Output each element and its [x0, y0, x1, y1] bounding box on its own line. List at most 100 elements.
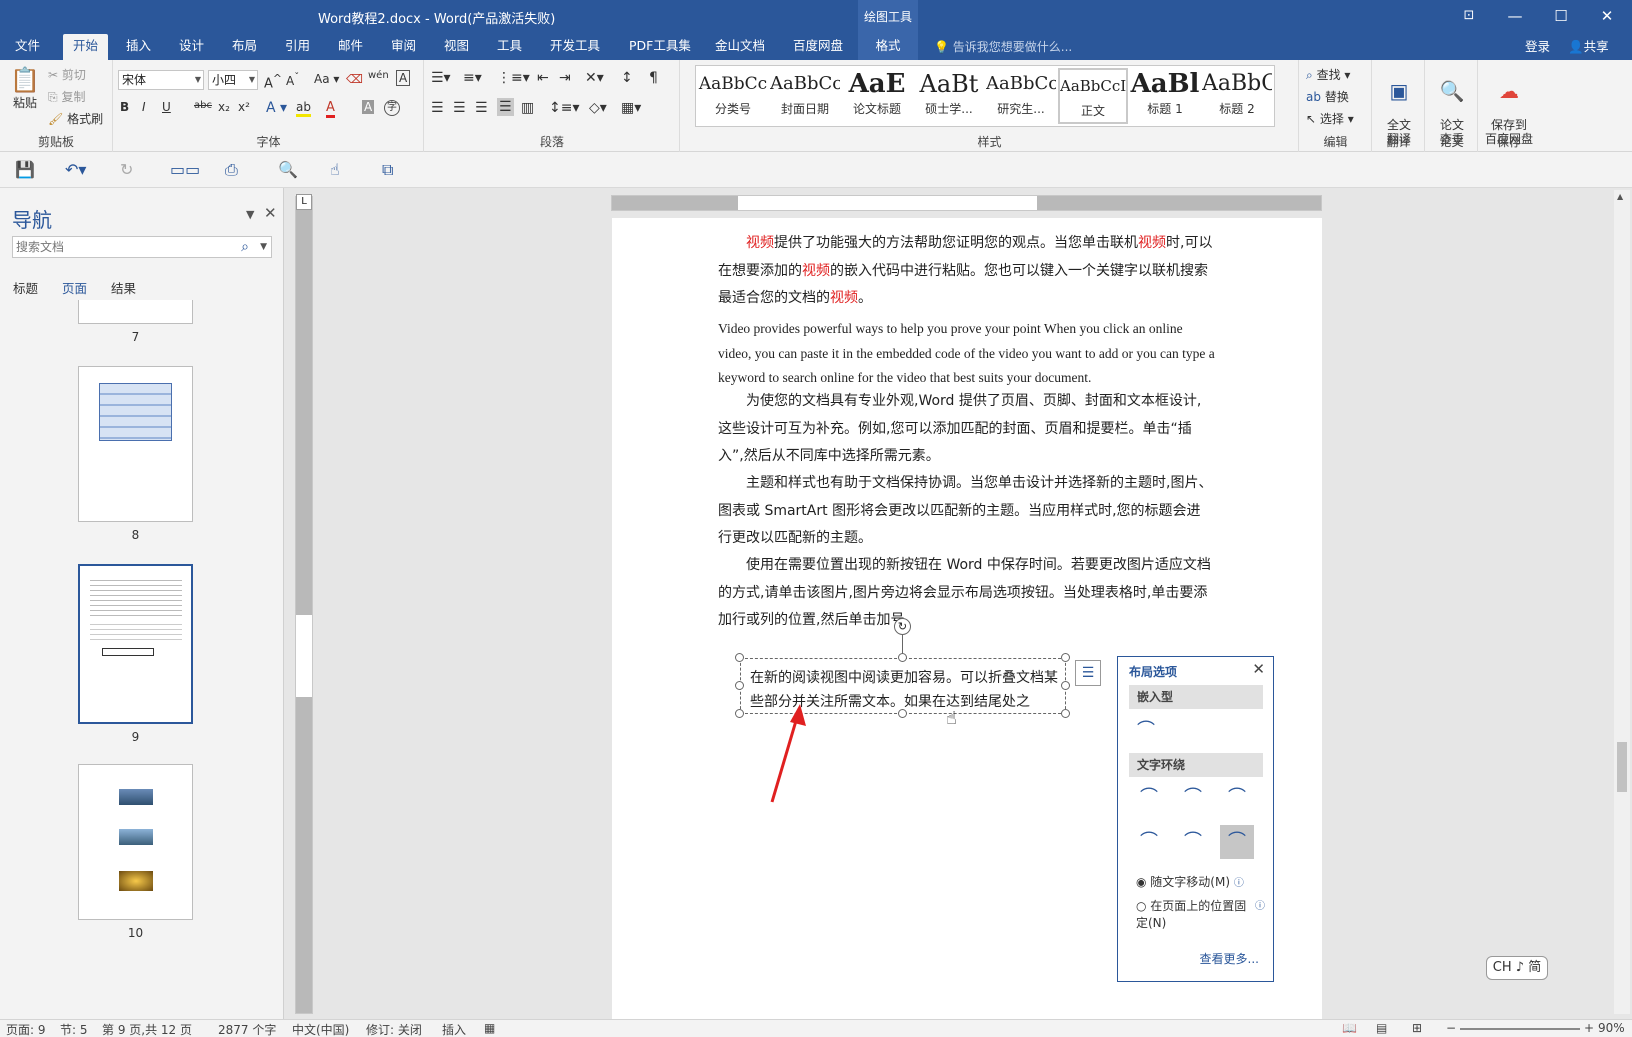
line-spacing-icon[interactable]: ↕≡▾ [549, 100, 580, 116]
style-item[interactable]: AaBl 标题 1 [1130, 68, 1200, 124]
enclose-char-icon[interactable]: 字 [384, 100, 400, 116]
in-front-of-text-icon[interactable]: ⌒ [1220, 825, 1254, 859]
nav-options-icon[interactable]: ▼ [246, 208, 254, 221]
tab-insert[interactable]: 插入 [116, 34, 161, 60]
close-button[interactable]: ✕ [1584, 0, 1630, 34]
shrink-font-icon[interactable]: Aˇ [286, 72, 299, 88]
tab-format[interactable]: 格式 [858, 34, 918, 60]
page-thumbnail-10[interactable] [78, 764, 193, 920]
style-item[interactable]: AaBbC 标题 2 [1202, 68, 1272, 124]
underline-button[interactable]: U [162, 100, 171, 114]
superscript-button[interactable]: x² [238, 100, 250, 114]
font-size-select[interactable]: 小四 ▼ [208, 70, 258, 90]
resize-handle[interactable] [898, 709, 907, 718]
status-page[interactable]: 页面: 9 [6, 1021, 46, 1037]
text-effects-icon[interactable]: A ▾ [266, 100, 287, 116]
tab-layout[interactable]: 布局 [222, 34, 267, 60]
style-item[interactable]: AaBbCc 分类号 [698, 68, 768, 124]
zoom-level[interactable]: 90% [1598, 1021, 1625, 1035]
align-center-icon[interactable]: ☰ [453, 100, 466, 116]
nav-tab-results[interactable]: 结果 [111, 278, 136, 297]
macro-record-icon[interactable]: ▦ [484, 1021, 495, 1035]
search-icon[interactable]: ⌕ [241, 237, 249, 257]
tab-mailings[interactable]: 邮件 [328, 34, 373, 60]
print-icon[interactable]: ⎙ [225, 160, 238, 180]
zoom-in-icon[interactable]: + [1584, 1021, 1594, 1035]
nav-tab-pages[interactable]: 页面 [62, 278, 87, 297]
resize-handle[interactable] [1061, 653, 1070, 662]
style-item[interactable]: AaBt 硕士学... [914, 68, 984, 124]
resize-handle[interactable] [1061, 681, 1070, 690]
status-track-changes[interactable]: 修订: 关闭 [366, 1021, 422, 1037]
tab-review[interactable]: 审阅 [381, 34, 426, 60]
sort-icon[interactable]: ↕ [621, 70, 633, 86]
paragraph-1[interactable]: 视频提供了功能强大的方法帮助您证明您的观点。当您单击联机视频时,可以在想要添加的… [718, 230, 1213, 313]
tab-file[interactable]: 文件 [5, 34, 50, 60]
tab-home[interactable]: 开始 [63, 34, 109, 60]
char-border-icon[interactable]: A [396, 70, 411, 86]
maximize-button[interactable]: ☐ [1538, 0, 1584, 34]
see-more-link[interactable]: 查看更多... [1200, 950, 1259, 967]
web-layout-view-icon[interactable]: ⊞ [1412, 1021, 1422, 1035]
copy-button[interactable]: ⎘ 复制 [48, 88, 85, 105]
show-marks-icon[interactable]: ¶ [649, 70, 658, 86]
style-item-selected[interactable]: AaBbCcI 正文 [1058, 68, 1128, 124]
numbering-icon[interactable]: ≡▾ [463, 70, 482, 86]
tab-developer[interactable]: 开发工具 [540, 34, 610, 60]
resize-handle[interactable] [1061, 709, 1070, 718]
nav-tab-headings[interactable]: 标题 [13, 278, 38, 297]
bullets-icon[interactable]: ☰▾ [431, 70, 451, 86]
tab-selector-icon[interactable]: L [296, 194, 312, 210]
status-page-of[interactable]: 第 9 页,共 12 页 [102, 1021, 192, 1037]
scrollbar-thumb[interactable] [1617, 742, 1627, 792]
font-color-icon[interactable]: A [326, 100, 335, 118]
sign-in-link[interactable]: 登录 [1525, 34, 1550, 60]
decrease-indent-icon[interactable]: ⇤ [537, 70, 549, 86]
print-preview-icon[interactable]: 🔍 [278, 160, 298, 179]
tab-references[interactable]: 引用 [275, 34, 320, 60]
find-button[interactable]: ⌕ 查找 ▾ [1306, 66, 1350, 83]
replace-button[interactable]: ab 替换 [1306, 88, 1349, 105]
chevron-down-icon[interactable]: ▼ [260, 237, 267, 257]
close-icon[interactable]: ✕ [1252, 660, 1265, 678]
through-wrap-icon[interactable]: ⌒ [1220, 781, 1254, 815]
align-right-icon[interactable]: ☰ [475, 100, 488, 116]
justify-icon[interactable]: ☰ [497, 98, 514, 116]
bold-button[interactable]: B [120, 100, 129, 114]
clear-format-icon[interactable]: ⌫ [346, 72, 363, 86]
strikethrough-button[interactable]: abc [194, 100, 212, 111]
inline-wrap-icon[interactable]: ⌒ [1129, 714, 1163, 748]
tab-baidu-netdisk[interactable]: 百度网盘 [783, 34, 853, 60]
italic-button[interactable]: I [142, 100, 146, 114]
paragraph-4[interactable]: 主题和样式也有助于文档保持协调。当您单击设计并选择新的主题时,图片、图表或 Sm… [718, 470, 1213, 553]
distributed-icon[interactable]: ▥ [521, 100, 534, 116]
resize-handle[interactable] [735, 681, 744, 690]
increase-indent-icon[interactable]: ⇥ [559, 70, 571, 86]
redo-icon[interactable]: ↻ [120, 160, 133, 179]
ime-indicator[interactable]: CH ♪ 简 [1486, 956, 1548, 980]
align-left-icon[interactable]: ☰ [431, 100, 444, 116]
cut-button[interactable]: ✂ 剪切 [48, 66, 86, 83]
select-button[interactable]: ↖ 选择 ▾ [1306, 110, 1354, 127]
paragraph-5[interactable]: 使用在需要位置出现的新按钮在 Word 中保存时间。若要更改图片适应文档的方式,… [718, 552, 1213, 635]
behind-text-icon[interactable]: ⌒ [1176, 825, 1210, 859]
grow-font-icon[interactable]: A^ [264, 72, 282, 91]
tell-me-search[interactable]: 💡 告诉我您想要做什么... [934, 34, 1072, 60]
phonetic-guide-icon[interactable]: wén [368, 70, 389, 81]
paragraph-2-english[interactable]: Video provides powerful ways to help you… [718, 317, 1218, 391]
font-name-select[interactable]: 宋体 ▼ [118, 70, 204, 90]
read-mode-view-icon[interactable]: 📖 [1342, 1021, 1357, 1035]
resize-handle[interactable] [898, 653, 907, 662]
status-insert-mode[interactable]: 插入 [442, 1021, 466, 1037]
resize-handle[interactable] [735, 709, 744, 718]
rotate-handle-icon[interactable]: ↻ [894, 618, 911, 635]
format-painter-button[interactable]: 🖌 格式刷 [48, 110, 103, 127]
nav-close-icon[interactable]: ✕ [264, 204, 277, 222]
square-wrap-icon[interactable]: ⌒ [1132, 781, 1166, 815]
share-button[interactable]: 👤共享 [1568, 34, 1609, 60]
chinese-layout-icon[interactable]: ✕▾ [585, 70, 604, 86]
tab-view[interactable]: 视图 [434, 34, 479, 60]
style-item[interactable]: AaBbCc 封面日期 [770, 68, 840, 124]
zoom-slider[interactable] [1460, 1028, 1580, 1030]
borders-icon[interactable]: ▦▾ [621, 100, 641, 116]
